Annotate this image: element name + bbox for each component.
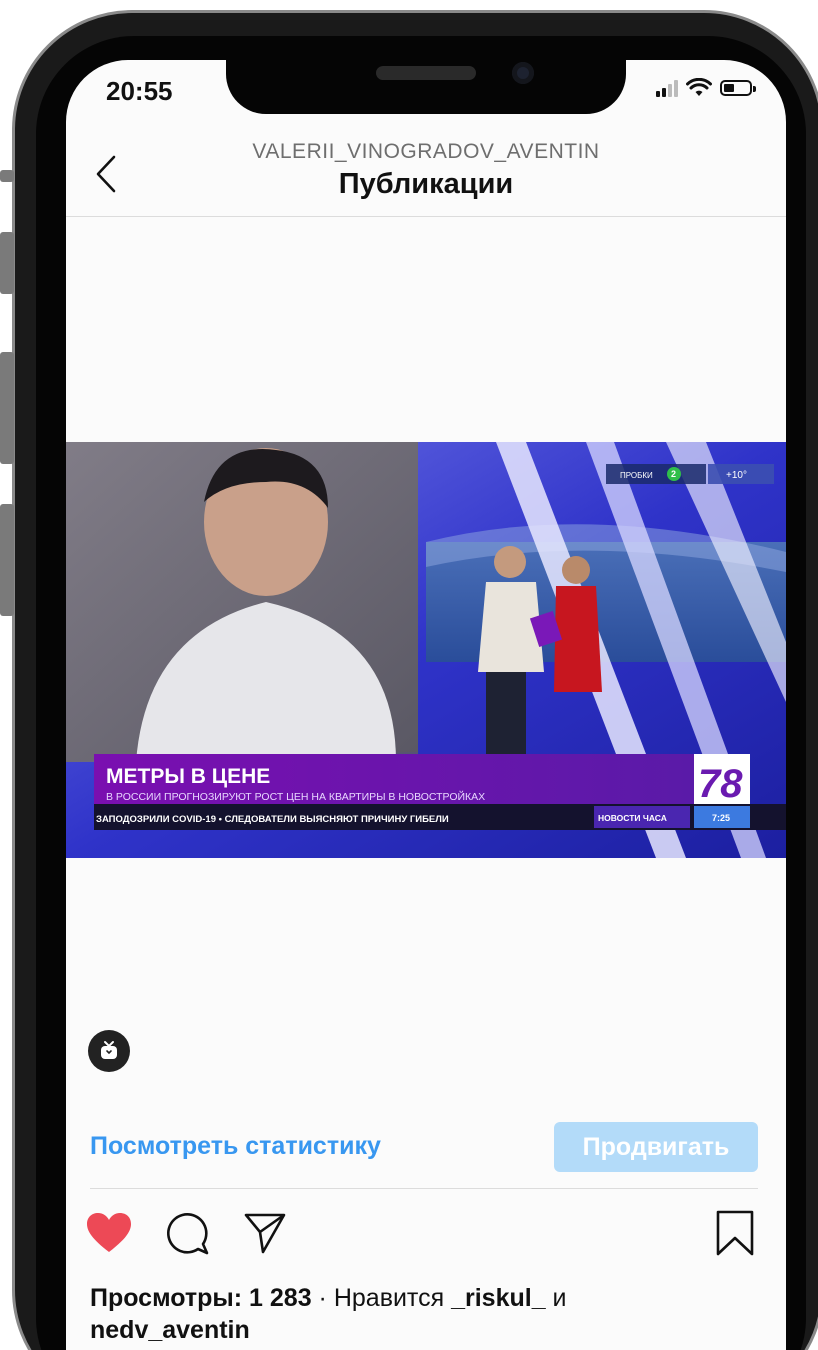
video-subheadline: В РОССИИ ПРОГНОЗИРУЮТ РОСТ ЦЕН НА КВАРТИ… [106,790,485,803]
status-icons [656,78,756,98]
view-insights-link[interactable]: Посмотреть статистику [90,1132,381,1161]
like-button[interactable] [86,1210,132,1256]
promote-button[interactable]: Продвигать [554,1122,758,1172]
send-icon [244,1213,286,1254]
page-title: Публикации [338,168,514,200]
post-actions [66,1210,786,1260]
screenshot-frame: 20:55 VALERII_VINOGRADOV_AVENTIN Публика… [0,0,818,1350]
battery-icon [720,80,756,96]
video-headline: МЕТРЫ В ЦЕНЕ [106,765,270,788]
traffic-level: 2 [671,469,676,479]
save-button[interactable] [712,1210,758,1256]
bookmark-icon [716,1210,754,1256]
status-time: 20:55 [106,76,173,106]
video-frame: ПРОБКИ 2 +10° 78 МЕТРЫ В ЦЕНЕ В РОССИИ П… [66,442,786,858]
traffic-label: ПРОБКИ [620,471,653,480]
separator: · [311,1284,334,1312]
wifi-icon [686,78,712,96]
news-ticker: ЗАПОДОЗРИЛИ COVID-19 • СЛЕДОВАТЕЛИ ВЫЯСН… [96,814,449,825]
nav-bar: VALERII_VINOGRADOV_AVENTIN Публикации [66,130,786,217]
heart-icon [87,1213,131,1252]
notch [226,60,626,114]
side-button [0,170,14,182]
comment-button[interactable] [164,1210,210,1256]
liked-prefix: Нравится [333,1284,452,1312]
view-count[interactable]: Просмотры: 1 283 [90,1284,312,1312]
weather-label: +10° [726,470,747,481]
side-button [0,352,14,464]
divider [90,1188,758,1189]
igtv-icon[interactable] [88,1030,130,1072]
profile-username[interactable]: VALERII_VINOGRADOV_AVENTIN [66,140,786,164]
liked-by-user-2[interactable]: nedv_aventin [90,1316,250,1344]
news-section: НОВОСТИ ЧАСА [598,813,667,823]
cellular-signal-icon [656,79,678,97]
post-video[interactable]: ПРОБКИ 2 +10° 78 МЕТРЫ В ЦЕНЕ В РОССИИ П… [66,442,786,858]
front-camera [512,62,534,84]
channel-logo: 78 [698,762,743,806]
comment-icon [167,1213,209,1255]
speaker [376,66,476,80]
side-button [0,232,14,294]
post-meta: Просмотры: 1 283 · Нравится _riskul_ и ne… [90,1282,750,1346]
side-button [0,504,14,616]
broadcast-clock: 7:25 [712,813,730,823]
phone-screen: 20:55 VALERII_VINOGRADOV_AVENTIN Публика… [66,60,786,1350]
liked-by-user[interactable]: _riskul_ [451,1284,546,1312]
liked-conjunction: и [545,1284,567,1312]
share-button[interactable] [242,1210,288,1256]
